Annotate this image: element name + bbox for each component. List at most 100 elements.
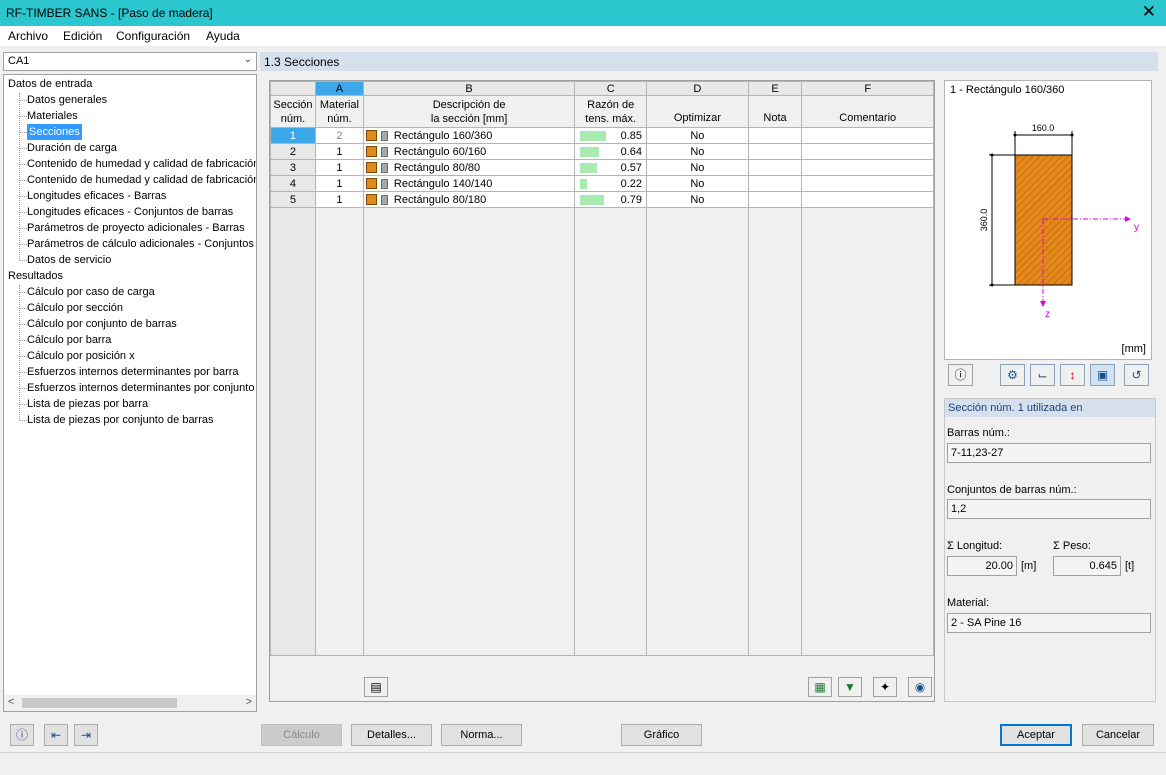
menu-archivo[interactable]: Archivo [8,29,48,43]
info-icon[interactable]: ⓘ [948,364,973,386]
description-cell[interactable]: Rectángulo 60/160 [362,143,576,160]
tree-item-input[interactable]: Datos generales [27,92,107,108]
tree-item-input[interactable]: Contenido de humedad y calidad de fabric… [27,156,256,172]
dimensions-icon[interactable]: ↕ [1060,364,1085,386]
axes-icon[interactable]: ⌙ [1030,364,1055,386]
material-cell[interactable]: 1 [314,175,364,192]
material-cell[interactable]: 2 [314,127,364,144]
description-cell[interactable]: Rectángulo 140/140 [362,175,576,192]
accept-button[interactable]: Aceptar [1000,724,1072,746]
row-number[interactable]: 4 [270,175,316,192]
note-cell[interactable] [747,175,803,192]
ratio-cell[interactable]: 0.22 [574,175,648,192]
tree-item-results[interactable]: Cálculo por barra [27,332,111,348]
col-letter-f[interactable]: F [801,81,934,96]
graphic-button[interactable]: Gráfico [621,724,702,746]
scroll-left-icon[interactable]: < [8,696,14,708]
description-cell[interactable]: Rectángulo 80/180 [362,191,576,208]
view-eye-icon[interactable]: ◉ [908,677,932,697]
menu-ayuda[interactable]: Ayuda [206,29,240,43]
comment-cell[interactable] [801,127,934,144]
length-label: Σ Longitud: [947,540,1003,552]
note-cell[interactable] [747,127,803,144]
material-cell[interactable]: 1 [314,159,364,176]
table-row[interactable]: 2 1 Rectángulo 60/160 0.64 No [270,143,934,160]
tree-item-results[interactable]: Lista de piezas por conjunto de barras [27,412,214,428]
ratio-cell[interactable]: 0.64 [574,143,648,160]
scroll-thumb[interactable] [22,698,177,708]
row-number[interactable]: 2 [270,143,316,160]
tree-item-input[interactable]: Datos de servicio [27,252,111,268]
optimize-cell[interactable]: No [646,159,749,176]
cancel-button[interactable]: Cancelar [1082,724,1154,746]
excel-import-icon[interactable]: ▼ [838,677,862,697]
tree-item-results[interactable]: Esfuerzos internos determinantes por con… [27,380,254,396]
row-number[interactable]: 5 [270,191,316,208]
tree-item-input[interactable]: Duración de carga [27,140,117,156]
table-row[interactable]: 3 1 Rectángulo 80/80 0.57 No [270,159,934,176]
help-icon[interactable]: ⓘ [10,724,34,746]
library-book-icon[interactable]: ▤ [364,677,388,697]
col-letter-c[interactable]: C [574,81,648,96]
tree-item-input[interactable]: Parámetros de proyecto adicionales - Bar… [27,220,245,236]
optimize-cell[interactable]: No [646,127,749,144]
col-letter-b[interactable]: B [362,81,576,96]
tree-group-input[interactable]: Datos de entrada [8,76,92,92]
menu-edicion[interactable]: Edición [63,29,102,43]
ratio-cell[interactable]: 0.85 [574,127,648,144]
menu-configuracion[interactable]: Configuración [116,29,190,43]
table-row[interactable]: 5 1 Rectángulo 80/180 0.79 No [270,191,934,208]
description-text: Rectángulo 80/180 [393,193,487,206]
tree-item-input[interactable]: Secciones [27,124,82,140]
table-row[interactable]: 4 1 Rectángulo 140/140 0.22 No [270,175,934,192]
scroll-right-icon[interactable]: > [246,696,252,708]
optimize-cell[interactable]: No [646,175,749,192]
calculate-button[interactable]: Cálculo [261,724,342,746]
row-number[interactable]: 3 [270,159,316,176]
material-cell[interactable]: 1 [314,143,364,160]
note-cell[interactable] [747,143,803,160]
tree-item-input[interactable]: Longitudes eficaces - Barras [27,188,166,204]
note-cell[interactable] [747,191,803,208]
details-button[interactable]: Detalles... [351,724,432,746]
table-row[interactable]: 1 2 Rectángulo 160/360 0.85 No [270,127,934,144]
col-letter-e[interactable]: E [747,81,803,96]
view-section-icon[interactable]: ⚙ [1000,364,1025,386]
description-cell[interactable]: Rectángulo 80/80 [362,159,576,176]
tree-item-results[interactable]: Cálculo por sección [27,300,123,316]
ratio-cell[interactable]: 0.57 [574,159,648,176]
horizontal-scrollbar[interactable]: < > [4,695,256,711]
tree-item-results[interactable]: Cálculo por posición x [27,348,135,364]
ratio-cell[interactable]: 0.79 [574,191,648,208]
comment-cell[interactable] [801,159,934,176]
comment-cell[interactable] [801,143,934,160]
previous-table-icon[interactable]: ⇤ [44,724,68,746]
col-letter-a[interactable]: A [314,81,364,96]
case-select[interactable]: CA1 ⌄ [3,52,257,71]
next-table-icon[interactable]: ⇥ [74,724,98,746]
excel-export-icon[interactable]: ▦ [808,677,832,697]
tree-item-results[interactable]: Cálculo por conjunto de barras [27,316,177,332]
tree-item-results[interactable]: Esfuerzos internos determinantes por bar… [27,364,239,380]
tree-item-input[interactable]: Longitudes eficaces - Conjuntos de barra… [27,204,233,220]
row-number[interactable]: 1 [270,127,316,144]
tree-group-results[interactable]: Resultados [8,268,63,284]
numbering-icon[interactable]: ▣ [1090,364,1115,386]
description-cell[interactable]: Rectángulo 160/360 [362,127,576,144]
optimize-cell[interactable]: No [646,143,749,160]
optimize-cell[interactable]: No [646,191,749,208]
tree-item-input[interactable]: Parámetros de cálculo adicionales - Conj… [27,236,256,252]
reset-view-icon[interactable]: ↺ [1124,364,1149,386]
tree-item-input[interactable]: Materiales [27,108,78,124]
tree-item-results[interactable]: Cálculo por caso de carga [27,284,155,300]
col-letter-d[interactable]: D [646,81,749,96]
pick-cursor-icon[interactable]: ✦ [873,677,897,697]
material-cell[interactable]: 1 [314,191,364,208]
comment-cell[interactable] [801,175,934,192]
comment-cell[interactable] [801,191,934,208]
tree-item-input[interactable]: Contenido de humedad y calidad de fabric… [27,172,256,188]
norm-button[interactable]: Norma... [441,724,522,746]
tree-item-results[interactable]: Lista de piezas por barra [27,396,148,412]
note-cell[interactable] [747,159,803,176]
close-icon[interactable]: ✕ [1142,2,1156,22]
